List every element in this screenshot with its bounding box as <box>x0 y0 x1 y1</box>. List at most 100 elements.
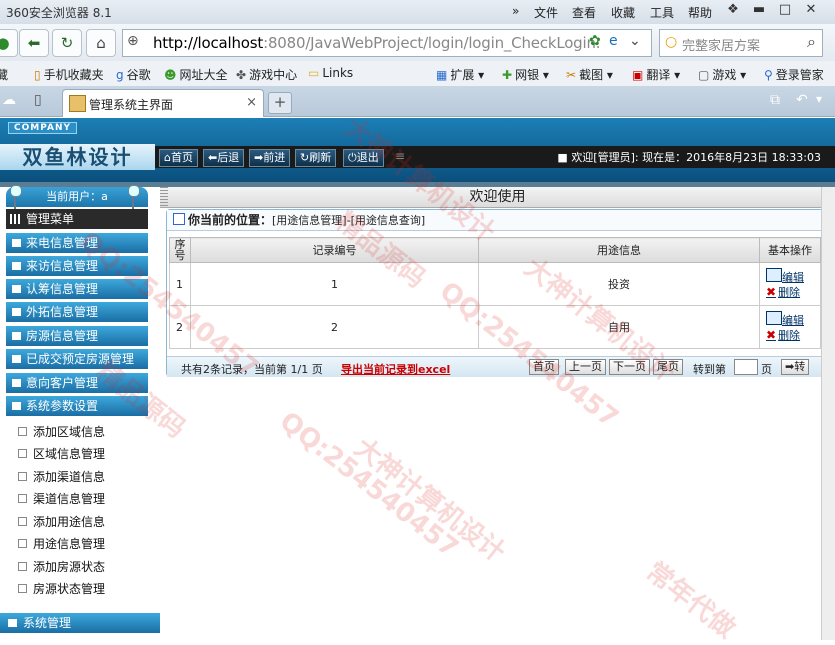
menu-favorites[interactable]: 收藏 <box>611 4 635 21</box>
home-button[interactable]: ⌂ <box>86 29 116 57</box>
main-content: 欢迎使用 你当前的位置：[用途信息管理]-[用途信息查询] 序号 记录编号 用途… <box>160 187 835 640</box>
nav-home-button[interactable]: ⌂首页 <box>159 149 198 167</box>
sidebar-sub-add-purpose[interactable]: 添加用途信息 <box>18 513 105 530</box>
splitter-handle[interactable] <box>160 187 168 207</box>
fav-links[interactable]: ▭ Links <box>308 66 353 80</box>
nav-logout-button[interactable]: ⏻退出 <box>343 149 384 167</box>
fav-folder[interactable]: 藏 <box>0 66 8 83</box>
menu-arrow[interactable]: » <box>512 4 519 18</box>
search-icon[interactable]: ⌕ <box>807 32 816 52</box>
menu-view[interactable]: 查看 <box>572 4 596 21</box>
next-page-button[interactable]: 下一页 <box>609 359 650 375</box>
tab-title[interactable]: 管理系统主界面 <box>89 96 173 113</box>
folder-icon <box>12 308 21 316</box>
sidebar-sub-purpose-mgmt[interactable]: 用途信息管理 <box>18 535 105 552</box>
sidebar-cat-call[interactable]: 来电信息管理 <box>6 233 148 253</box>
sidebar-cat-system[interactable]: 系统管理 <box>0 613 160 633</box>
sidebar-sub-add-channel[interactable]: 添加渠道信息 <box>18 468 105 485</box>
close-window-icon[interactable]: ✕ <box>800 2 822 20</box>
sidebar-cat-house[interactable]: 房源信息管理 <box>6 326 148 346</box>
nav-back-button[interactable]: ⬅后退 <box>203 149 245 167</box>
fav-extensions[interactable]: ▦ 扩展 ▾ <box>436 66 484 83</box>
fav-games[interactable]: ✤ 游戏中心 <box>236 66 297 83</box>
url-text[interactable]: http://localhost:8080/JavaWebProject/log… <box>153 34 601 52</box>
new-tab-button[interactable]: + <box>268 92 292 114</box>
nav-forward-button[interactable]: ➡前进 <box>249 149 291 167</box>
sidebar-sub-status-mgmt[interactable]: 房源状态管理 <box>18 580 105 597</box>
refresh-button[interactable]: ↻ <box>52 29 82 57</box>
key-icon: ⚲ <box>764 68 773 82</box>
first-page-button[interactable]: 首页 <box>529 359 559 375</box>
address-bar[interactable]: ⊕ http://localhost:8080/JavaWebProject/l… <box>122 29 652 57</box>
right-scroll-strip[interactable] <box>821 187 835 640</box>
fav-screenshot[interactable]: ✂ 截图 ▾ <box>566 66 613 83</box>
speed-icon[interactable]: ✿ <box>589 33 601 49</box>
cloud-icon[interactable]: ☁ <box>2 92 16 108</box>
delete-link[interactable]: ✖ 删除 <box>766 328 800 342</box>
fav-hao[interactable]: ☻ 网址大全 <box>164 66 228 83</box>
pin-icon <box>10 185 22 209</box>
sidebar-cat-booked[interactable]: 已成交预定房源管理 <box>6 349 148 369</box>
sidebar-sub-channel-mgmt[interactable]: 渠道信息管理 <box>18 490 105 507</box>
sidebar-cat-outreach[interactable]: 外拓信息管理 <box>6 302 148 322</box>
record-info: 共有2条记录，当前第 1/1 页 <box>181 363 323 376</box>
restore-icon[interactable]: □ <box>774 2 796 20</box>
tab-list-icon[interactable]: ⧉ <box>770 92 780 108</box>
undo-icon[interactable]: ↶ <box>796 92 808 108</box>
ie-mode-icon[interactable]: e <box>609 33 618 49</box>
delete-link[interactable]: ✖ 删除 <box>766 285 800 299</box>
fav-login[interactable]: ⚲ 登录管家 <box>764 66 824 83</box>
menu-help[interactable]: 帮助 <box>688 4 712 21</box>
globe-icon: ☻ <box>164 68 177 82</box>
page-unit-label: 页 <box>761 363 772 376</box>
skin-icon[interactable]: ❖ <box>722 2 744 20</box>
phone-icon: ▯ <box>34 68 41 82</box>
page-number-input[interactable] <box>734 359 758 375</box>
security-icon: ⊕ <box>127 33 139 49</box>
back-button[interactable]: ⬅ <box>19 29 49 57</box>
browser-logo-icon: ● <box>0 29 18 57</box>
table-row: 1 1 投资 编辑 ✖ 删除 <box>169 262 821 306</box>
cell-actions: 编辑 ✖ 删除 <box>759 305 821 349</box>
data-table: 序号 记录编号 用途信息 基本操作 1 1 投资 编辑 ✖ 删除 2 2 自用 … <box>169 237 821 349</box>
menu-file[interactable]: 文件 <box>534 4 558 21</box>
fav-mobile[interactable]: ▯ 手机收藏夹 <box>34 66 104 83</box>
edit-link[interactable]: 编辑 <box>766 268 804 284</box>
page-icon[interactable]: ▯ <box>34 92 42 108</box>
breadcrumb: 你当前的位置：[用途信息管理]-[用途信息查询] <box>167 210 823 231</box>
folder-icon <box>12 379 21 387</box>
prev-page-button[interactable]: 上一页 <box>565 359 606 375</box>
bullet-icon <box>18 472 27 481</box>
last-page-button[interactable]: 尾页 <box>653 359 683 375</box>
fav-bank[interactable]: ✚ 网银 ▾ <box>502 66 549 83</box>
sidebar-cat-intent[interactable]: 意向客户管理 <box>6 373 148 393</box>
fav-game2[interactable]: ▢ 游戏 ▾ <box>698 66 746 83</box>
go-button[interactable]: ➡转 <box>781 359 810 375</box>
edit-link[interactable]: 编辑 <box>766 311 804 327</box>
tab-main[interactable]: 管理系统主界面 × <box>62 89 264 117</box>
sidebar-sub-area-mgmt[interactable]: 区域信息管理 <box>18 445 105 462</box>
nav-refresh-button[interactable]: ↻刷新 <box>295 149 337 167</box>
sidebar-cat-settings[interactable]: 系统参数设置 <box>6 396 148 416</box>
search-engine-icon[interactable]: ○ <box>665 34 677 50</box>
menu-tools[interactable]: 工具 <box>650 4 674 21</box>
export-excel-link[interactable]: 导出当前记录到excel <box>341 361 450 377</box>
bullet-icon <box>18 494 27 503</box>
fav-google[interactable]: g 谷歌 <box>116 66 151 83</box>
sidebar-sub-add-area[interactable]: 添加区域信息 <box>18 423 105 440</box>
search-input[interactable]: 完整家居方案 <box>682 35 760 54</box>
chevron-down-icon[interactable]: ⌄ <box>629 33 641 49</box>
tab-close-icon[interactable]: × <box>246 95 257 110</box>
sidebar-cat-subscribe[interactable]: 认筹信息管理 <box>6 279 148 299</box>
sidebar-sub-add-status[interactable]: 添加房源状态 <box>18 558 105 575</box>
refresh-icon: ↻ <box>300 151 310 164</box>
col-seq: 序号 <box>169 237 191 263</box>
fav-translate[interactable]: ▣ 翻译 ▾ <box>632 66 680 83</box>
chevron-down-icon[interactable]: ▾ <box>816 92 822 106</box>
folder-icon <box>12 262 21 270</box>
search-box[interactable]: ○ 完整家居方案 ⌕ <box>659 29 823 57</box>
cell-seq: 2 <box>169 305 191 349</box>
sidebar-cat-visit[interactable]: 来访信息管理 <box>6 256 148 276</box>
forward-icon: ➡ <box>254 151 264 164</box>
minimize-mini-icon[interactable]: ▬ <box>748 2 770 20</box>
